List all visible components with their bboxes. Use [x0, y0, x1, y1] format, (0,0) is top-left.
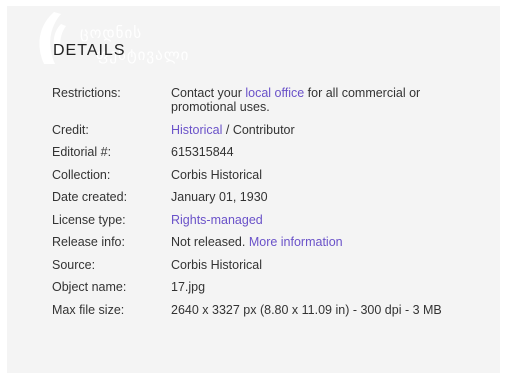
- detail-row-collection: Collection: Corbis Historical: [52, 168, 472, 182]
- details-title: DETAILS: [53, 42, 126, 59]
- restrictions-text-1: Contact your: [171, 86, 246, 100]
- restrictions-value: Contact your local office for all commer…: [171, 86, 466, 114]
- credit-label: Credit:: [52, 122, 89, 137]
- logo-text-line1: ცოდნის: [80, 24, 142, 42]
- max-file-size-label: Max file size:: [52, 302, 125, 317]
- editorial-label: Editorial #:: [52, 145, 112, 159]
- max-file-size-value: 2640 x 3327 px (8.80 x 11.09 in) - 300 d…: [171, 302, 442, 317]
- license-type-value: Rights-managed: [171, 213, 466, 227]
- detail-row-restrictions: Restrictions: Contact your local office …: [52, 86, 472, 114]
- more-information-link[interactable]: More information: [249, 235, 343, 249]
- editorial-value: 615315844: [171, 145, 234, 159]
- detail-row-source: Source: Corbis Historical: [52, 258, 472, 272]
- details-list: Restrictions: Contact your local office …: [52, 86, 472, 325]
- restrictions-label: Restrictions:: [52, 86, 121, 100]
- object-name-label: Object name:: [52, 280, 127, 294]
- rights-managed-link[interactable]: Rights-managed: [171, 213, 263, 227]
- detail-row-release-info: Release info: Not released. More informa…: [52, 235, 472, 249]
- date-created-value: January 01, 1930: [171, 190, 268, 204]
- date-created-label: Date created:: [52, 190, 128, 204]
- license-type-label: License type:: [52, 212, 126, 227]
- credit-historical-link[interactable]: Historical: [171, 123, 222, 137]
- detail-row-date-created: Date created: January 01, 1930: [52, 190, 472, 204]
- collection-value: Corbis Historical: [171, 167, 262, 182]
- object-name-value: 17.jpg: [171, 280, 206, 294]
- release-info-text: Not released.: [171, 235, 249, 249]
- detail-row-editorial: Editorial #: 615315844: [52, 145, 472, 159]
- detail-row-object-name: Object name: 17.jpg: [52, 280, 472, 294]
- credit-contributor-text: / Contributor: [222, 122, 295, 137]
- release-info-value: Not released. More information: [171, 235, 466, 249]
- festival-logo: ცოდნის ფესტივალი: [39, 12, 188, 64]
- collection-label: Collection:: [52, 167, 111, 182]
- credit-value: Historical / Contributor: [171, 123, 466, 137]
- release-info-label: Release info:: [52, 235, 125, 249]
- source-label: Source:: [52, 257, 96, 272]
- detail-row-max-file-size: Max file size: 2640 x 3327 px (8.80 x 11…: [52, 303, 472, 317]
- source-value: Corbis Historical: [171, 257, 262, 272]
- local-office-link[interactable]: local office: [245, 86, 304, 100]
- detail-row-license-type: License type: Rights-managed: [52, 213, 472, 227]
- detail-row-credit: Credit: Historical / Contributor: [52, 123, 472, 137]
